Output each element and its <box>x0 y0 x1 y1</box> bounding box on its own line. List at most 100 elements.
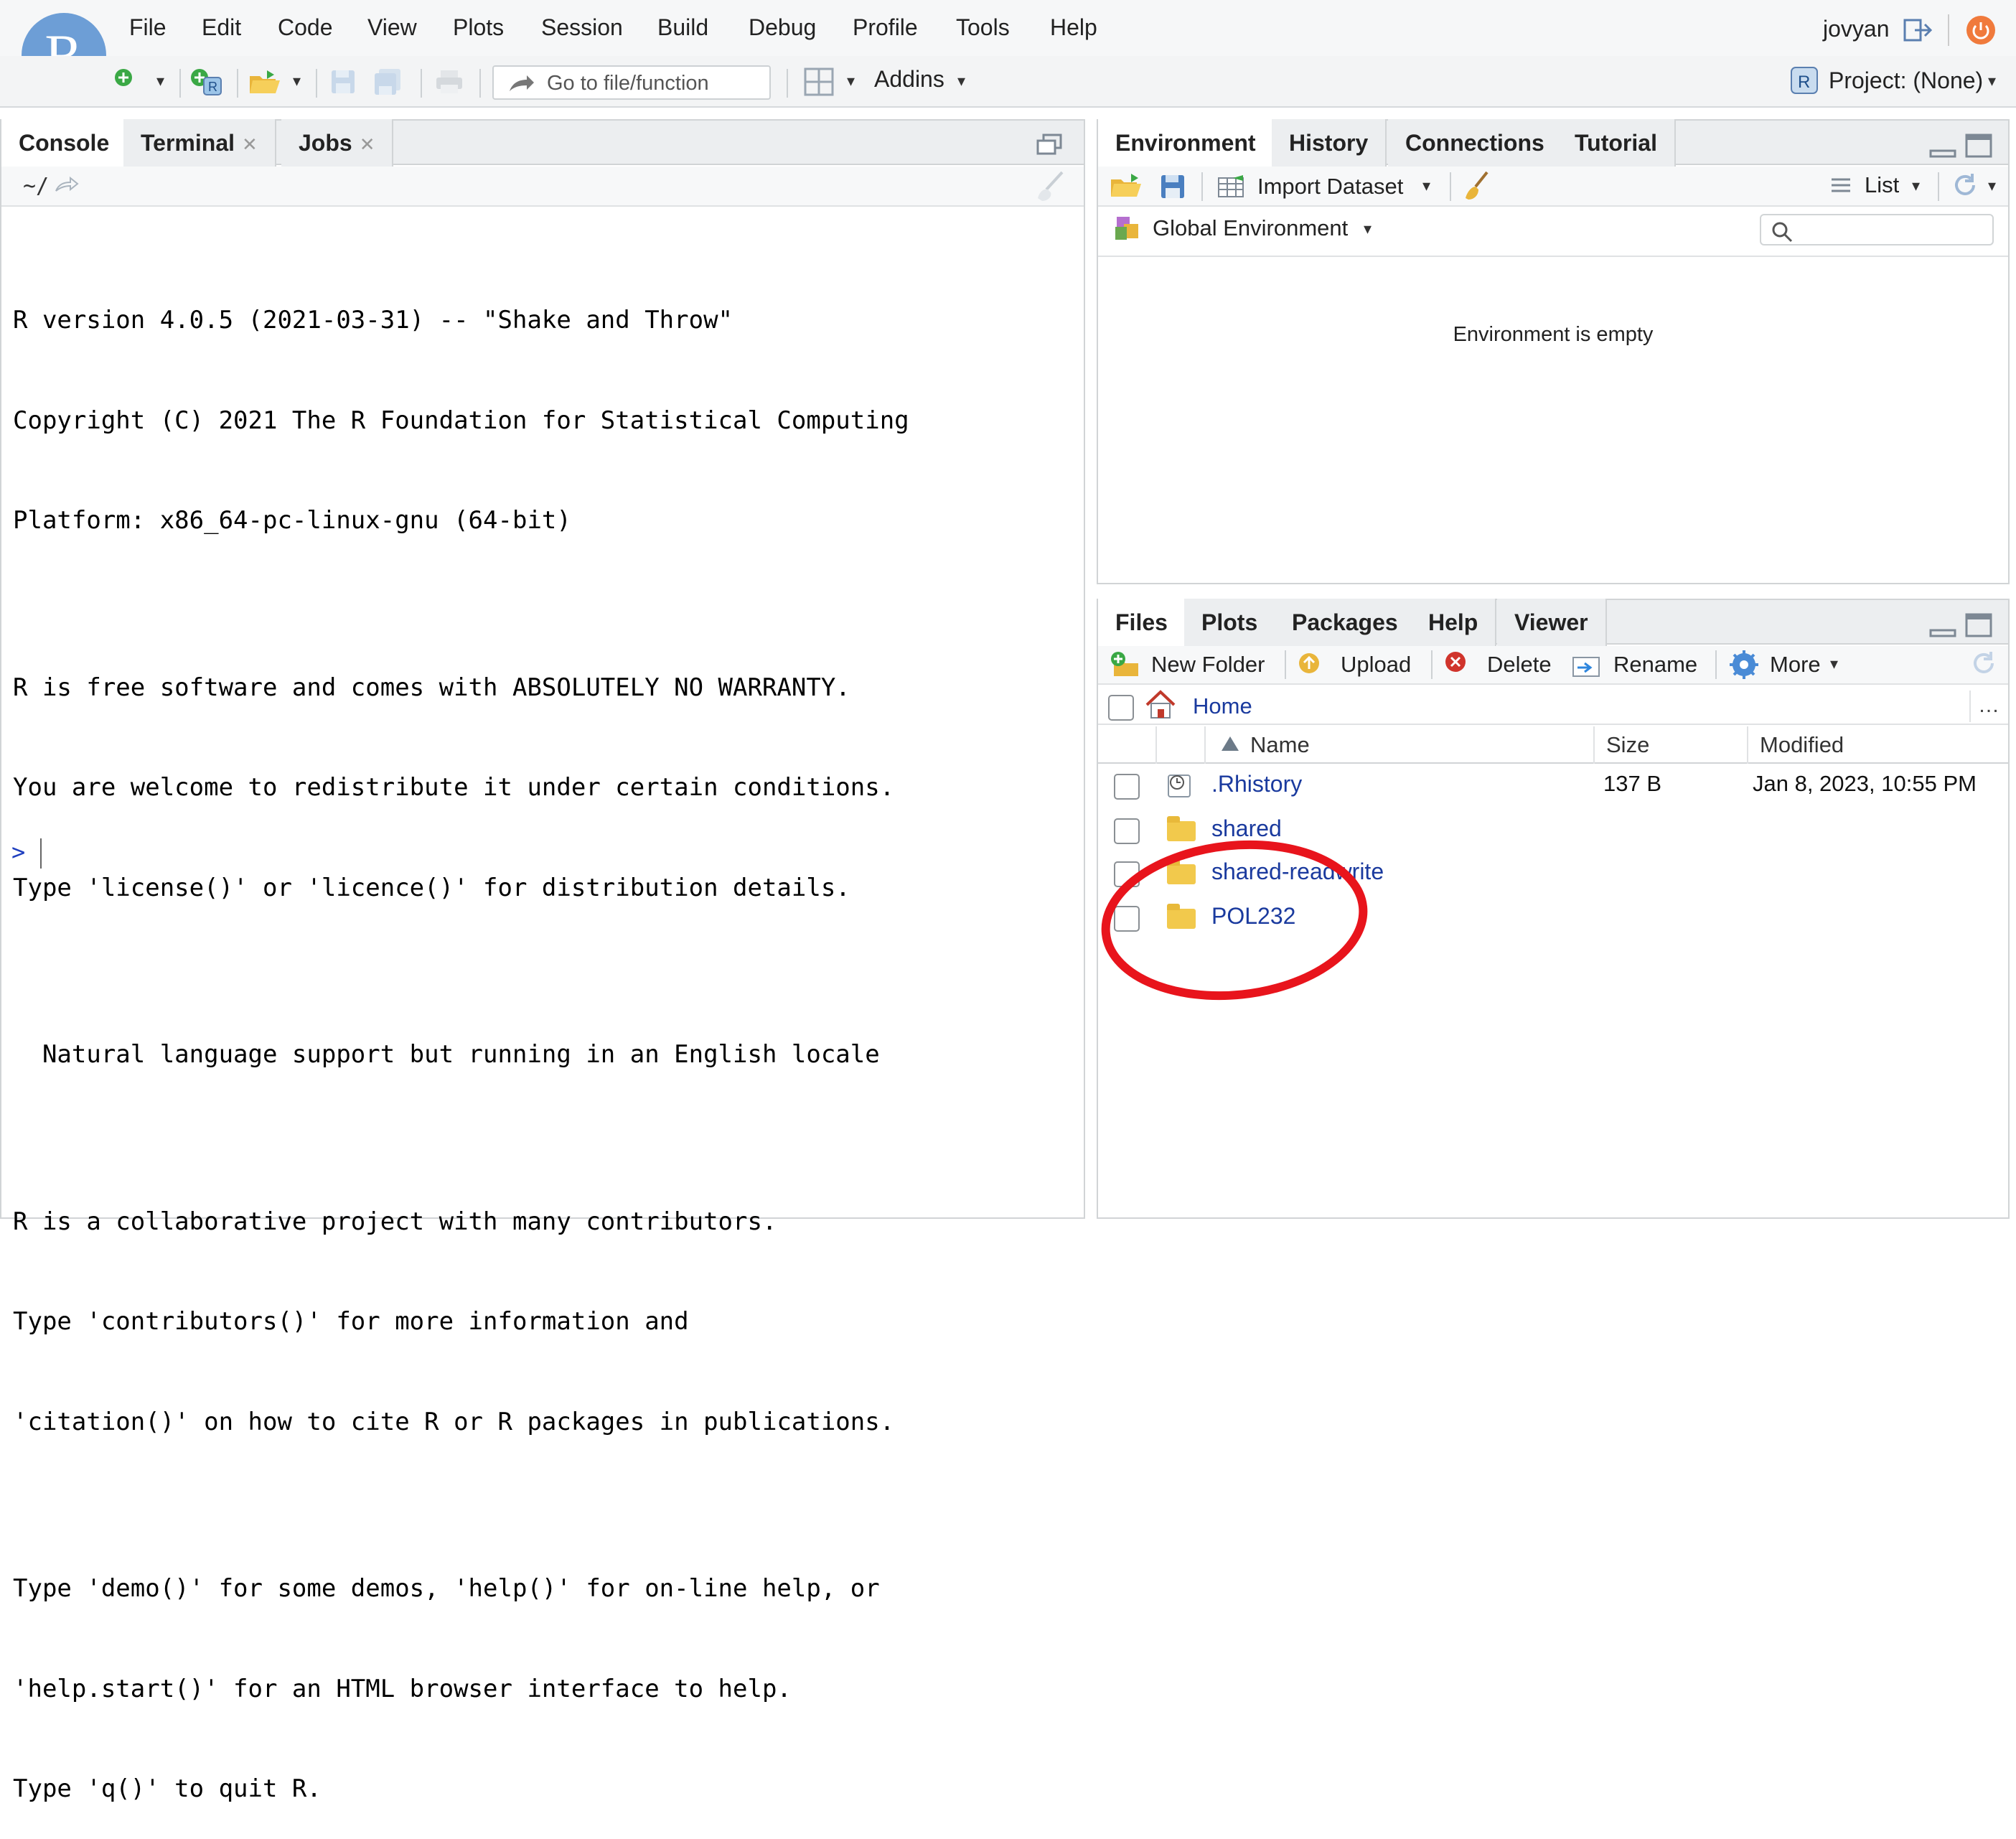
gear-icon <box>1730 650 1758 679</box>
refresh-icon[interactable] <box>1969 649 1998 678</box>
column-header-size[interactable]: Size <box>1606 732 1649 758</box>
sort-ascending-icon[interactable] <box>1220 735 1240 752</box>
delete-label: Delete <box>1487 652 1552 677</box>
svg-text:R: R <box>208 80 217 94</box>
print-icon[interactable] <box>435 69 464 98</box>
menu-tools[interactable]: Tools <box>956 14 1010 41</box>
tab-tutorial[interactable]: Tutorial <box>1557 119 1676 167</box>
chevron-down-icon[interactable]: ▾ <box>156 72 164 90</box>
new-folder-icon <box>1111 652 1138 676</box>
column-header-modified[interactable]: Modified <box>1760 732 1844 758</box>
tab-help[interactable]: Help <box>1411 599 1497 646</box>
minimize-pane-icon[interactable] <box>1929 620 1956 637</box>
select-all-checkbox[interactable] <box>1108 695 1134 721</box>
console-working-dir[interactable]: ~/ <box>23 174 49 199</box>
tab-files[interactable]: Files <box>1098 599 1186 647</box>
new-file-icon[interactable] <box>112 66 141 95</box>
column-divider <box>1593 726 1595 764</box>
menu-build[interactable]: Build <box>657 14 708 41</box>
tab-connections[interactable]: Connections <box>1388 119 1563 167</box>
menu-help[interactable]: Help <box>1050 14 1097 41</box>
tab-plots[interactable]: Plots <box>1184 599 1277 646</box>
power-icon[interactable] <box>1966 16 1995 45</box>
minimize-pane-icon[interactable] <box>1929 141 1956 158</box>
column-divider <box>1204 726 1206 764</box>
environment-search-input[interactable] <box>1760 214 1994 245</box>
rename-button[interactable]: Rename <box>1572 649 1701 680</box>
new-project-icon[interactable]: R <box>188 66 222 95</box>
tab-history[interactable]: History <box>1272 119 1387 167</box>
console-input[interactable] <box>40 838 1066 870</box>
import-dataset-button[interactable]: Import Dataset ▾ <box>1214 171 1444 202</box>
file-size: 137 B <box>1603 771 1662 796</box>
row-checkbox[interactable] <box>1114 774 1140 800</box>
menubar-divider <box>1948 14 1949 46</box>
menu-edit[interactable]: Edit <box>202 14 241 41</box>
chevron-down-icon[interactable]: ▾ <box>1912 177 1920 195</box>
text-cursor <box>40 838 42 869</box>
menu-code[interactable]: Code <box>278 14 333 41</box>
toolbar-divider <box>237 69 238 98</box>
view-mode-menu[interactable]: List <box>1865 172 1899 198</box>
clear-console-icon[interactable] <box>1033 169 1065 201</box>
environment-scope-menu[interactable]: Global Environment <box>1153 215 1348 241</box>
save-workspace-icon[interactable] <box>1160 174 1186 200</box>
toolbar-divider <box>787 69 788 98</box>
console-line: Platform: x86_64-pc-linux-gnu (64-bit) <box>13 506 571 535</box>
tab-jobs[interactable]: Jobs ✕ <box>281 119 394 167</box>
addins-menu[interactable]: Addins <box>874 66 944 93</box>
toolbar-divider <box>179 69 181 98</box>
toolbar-divider <box>1450 172 1451 201</box>
menu-file[interactable]: File <box>129 14 167 41</box>
chevron-down-icon[interactable]: ▾ <box>1364 220 1372 238</box>
more-button[interactable]: More ▾ <box>1730 649 1852 680</box>
chevron-down-icon[interactable]: ▾ <box>1988 177 1996 195</box>
file-name-link[interactable]: .Rhistory <box>1211 771 1302 797</box>
menu-profile[interactable]: Profile <box>853 14 918 41</box>
tab-console[interactable]: Console <box>1 119 128 168</box>
go-to-file-input[interactable]: Go to file/function <box>492 65 771 100</box>
svg-text:R: R <box>1798 72 1810 92</box>
chevron-down-icon[interactable]: ▾ <box>293 72 301 90</box>
tab-environment[interactable]: Environment <box>1098 119 1275 168</box>
toolbar-divider <box>421 69 422 98</box>
chevron-down-icon[interactable]: ▾ <box>957 72 965 90</box>
menu-session[interactable]: Session <box>541 14 623 41</box>
menu-debug[interactable]: Debug <box>749 14 816 41</box>
load-workspace-icon[interactable] <box>1110 171 1145 201</box>
table-row[interactable]: .Rhistory 137 B Jan 8, 2023, 10:55 PM <box>1098 765 2008 808</box>
menu-plots[interactable]: Plots <box>453 14 504 41</box>
pane-layout-icon[interactable] <box>804 67 834 96</box>
tab-packages[interactable]: Packages <box>1275 599 1417 646</box>
open-folder-icon[interactable] <box>248 67 280 96</box>
project-menu[interactable]: Project: (None) <box>1829 67 1983 94</box>
tab-viewer[interactable]: Viewer <box>1497 599 1607 646</box>
sign-out-icon[interactable] <box>1903 17 1933 43</box>
console-line: Type 'q()' to quit R. <box>13 1774 322 1803</box>
new-folder-label: New Folder <box>1151 652 1265 677</box>
column-divider <box>1155 726 1157 764</box>
breadcrumb-home[interactable]: Home <box>1193 693 1252 719</box>
more-options-icon[interactable]: … <box>1978 693 1999 718</box>
chevron-down-icon[interactable]: ▾ <box>847 72 855 90</box>
column-header-name[interactable]: Name <box>1250 732 1310 758</box>
menu-view[interactable]: View <box>367 14 417 41</box>
maximize-pane-icon[interactable] <box>1965 134 1992 158</box>
restore-pane-icon[interactable] <box>1036 134 1062 156</box>
save-icon[interactable] <box>330 69 359 98</box>
tab-terminal[interactable]: Terminal ✕ <box>123 119 276 167</box>
list-view-icon[interactable] <box>1830 177 1852 197</box>
chevron-down-icon[interactable]: ▾ <box>1988 72 1996 90</box>
go-to-directory-icon[interactable] <box>55 175 79 194</box>
upload-button[interactable]: Upload <box>1296 649 1425 680</box>
toolbar-divider <box>1201 172 1203 201</box>
new-folder-button[interactable]: New Folder <box>1110 649 1275 680</box>
maximize-pane-icon[interactable] <box>1965 613 1992 637</box>
refresh-icon[interactable] <box>1951 171 1979 200</box>
toolbar-divider <box>1431 650 1433 679</box>
clear-objects-icon[interactable] <box>1461 169 1491 201</box>
delete-button[interactable]: Delete <box>1443 649 1557 680</box>
save-all-icon[interactable] <box>375 69 403 98</box>
upload-icon <box>1299 653 1319 673</box>
home-icon[interactable] <box>1144 689 1177 719</box>
